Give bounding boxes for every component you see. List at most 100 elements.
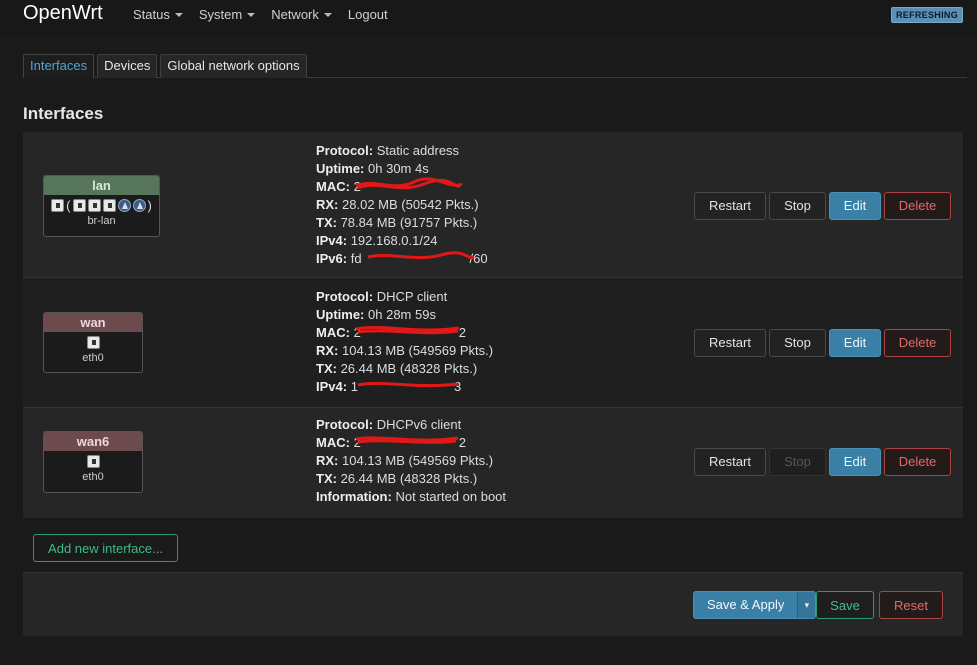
mac-value: 2 — [353, 435, 361, 450]
ipv6-label: IPv6: — [316, 251, 348, 266]
save-apply-button-group: Save & Apply ▾ — [693, 591, 817, 619]
interface-row-lan: lan ( ) br-lan Protocol: Static address … — [23, 132, 963, 278]
interface-actions: Restart Stop Edit Delete — [694, 192, 951, 220]
protocol-line: Protocol: DHCP client — [316, 288, 493, 306]
chevron-down-icon — [247, 13, 256, 17]
restart-button[interactable]: Restart — [694, 329, 766, 357]
reset-button[interactable]: Reset — [879, 591, 943, 619]
restart-button[interactable]: Restart — [694, 448, 766, 476]
save-apply-button[interactable]: Save & Apply — [694, 592, 797, 618]
tab-devices[interactable]: Devices — [97, 54, 158, 78]
mac-label: MAC: — [316, 435, 350, 450]
mac-label: MAC: — [316, 179, 350, 194]
edit-button[interactable]: Edit — [829, 329, 881, 357]
nav-network[interactable]: Network — [271, 7, 332, 22]
interface-actions: Restart Stop Edit Delete — [694, 329, 951, 357]
mac-line: MAC: 2 — [316, 177, 488, 196]
brand-logo[interactable]: OpenWrt — [23, 2, 103, 25]
chevron-down-icon — [174, 13, 183, 17]
ethernet-port-icon — [86, 454, 100, 468]
ipv4-value-tail: 3 — [453, 379, 462, 394]
protocol-line: Protocol: Static address — [316, 142, 488, 160]
protocol-value: DHCPv6 client — [376, 417, 462, 432]
stop-button[interactable]: Stop — [769, 329, 826, 357]
nav-logout-label: Logout — [347, 7, 388, 22]
ethernet-port-icon — [51, 198, 65, 212]
tab-interfaces[interactable]: Interfaces — [23, 54, 95, 78]
interface-name: lan — [44, 176, 159, 195]
rx-line: RX: 104.13 MB (549569 Pkts.) — [316, 342, 493, 360]
stop-button: Stop — [769, 448, 826, 476]
nav-system[interactable]: System — [199, 7, 256, 22]
nav-status-label: Status — [133, 7, 170, 22]
ipv6-value-tail: /60 — [469, 251, 488, 266]
redaction-scribble — [357, 381, 459, 388]
wireless-icon — [117, 198, 131, 212]
uptime-label: Uptime: — [316, 161, 365, 176]
interface-name: wan6 — [44, 432, 142, 451]
uptime-line: Uptime: 0h 30m 4s — [316, 160, 488, 178]
delete-button[interactable]: Delete — [884, 448, 951, 476]
stop-button[interactable]: Stop — [769, 192, 826, 220]
information-line: Information: Not started on boot — [316, 488, 506, 506]
rx-line: RX: 104.13 MB (549569 Pkts.) — [316, 452, 506, 470]
mac-value-tail: 2 — [458, 325, 467, 340]
interface-name: wan — [44, 313, 142, 332]
nav-status[interactable]: Status — [133, 7, 183, 22]
refreshing-badge[interactable]: REFRESHING — [890, 7, 963, 23]
tx-line: TX: 26.44 MB (48328 Pkts.) — [316, 360, 493, 378]
mac-line: MAC: 2 2 — [316, 434, 506, 452]
device-name: eth0 — [82, 352, 104, 364]
ipv4-line: IPv4: 192.168.0.1/24 — [316, 232, 488, 250]
add-new-interface-button[interactable]: Add new interface... — [33, 534, 178, 562]
rx-value: 104.13 MB (549569 Pkts.) — [342, 343, 494, 358]
interface-details: Protocol: Static address Uptime: 0h 30m … — [316, 142, 488, 268]
device-icons — [44, 451, 142, 471]
tab-bar: Interfaces Devices Global network option… — [23, 54, 967, 78]
redaction-scribble — [355, 436, 459, 444]
ipv4-value: 192.168.0.1/24 — [350, 233, 438, 248]
rx-line: RX: 28.02 MB (50542 Pkts.) — [316, 196, 488, 214]
delete-button[interactable]: Delete — [884, 329, 951, 357]
rx-label: RX: — [316, 197, 339, 212]
redaction-scribble — [355, 177, 463, 190]
ipv4-line: IPv4: 1 3 — [316, 378, 493, 396]
nav-logout[interactable]: Logout — [348, 7, 388, 22]
rx-label: RX: — [316, 453, 339, 468]
mac-value-tail: 2 — [458, 435, 467, 450]
interface-badge-wan6: wan6 eth0 — [43, 431, 143, 493]
restart-button[interactable]: Restart — [694, 192, 766, 220]
ipv4-value: 1 — [350, 379, 358, 394]
tx-value: 26.44 MB (48328 Pkts.) — [340, 471, 478, 486]
protocol-label: Protocol: — [316, 289, 374, 304]
interface-details: Protocol: DHCPv6 client MAC: 2 2 RX: 104.… — [316, 416, 506, 506]
information-value: Not started on boot — [395, 489, 507, 504]
mac-line: MAC: 2 2 — [316, 324, 493, 342]
page-actions-bar: Save & Apply ▾ Save Reset — [23, 572, 963, 636]
tx-label: TX: — [316, 215, 337, 230]
edit-button[interactable]: Edit — [829, 192, 881, 220]
interface-badge-wan: wan eth0 — [43, 312, 143, 373]
bracket-open: ( — [66, 197, 71, 213]
edit-button[interactable]: Edit — [829, 448, 881, 476]
tx-value: 78.84 MB (91757 Pkts.) — [340, 215, 478, 230]
bracket-close: ) — [147, 197, 152, 213]
uptime-value: 0h 30m 4s — [368, 161, 429, 176]
device-icons: ( ) — [44, 195, 159, 215]
information-label: Information: — [316, 489, 392, 504]
tx-line: TX: 26.44 MB (48328 Pkts.) — [316, 470, 506, 488]
mac-value: 2 — [353, 179, 361, 194]
device-icons — [44, 332, 142, 352]
delete-button[interactable]: Delete — [884, 192, 951, 220]
ipv4-label: IPv4: — [316, 379, 348, 394]
device-name: eth0 — [82, 471, 104, 483]
chevron-down-icon[interactable]: ▾ — [797, 592, 816, 618]
rx-value: 104.13 MB (549569 Pkts.) — [342, 453, 494, 468]
save-button[interactable]: Save — [816, 591, 874, 619]
mac-label: MAC: — [316, 325, 350, 340]
tx-label: TX: — [316, 361, 337, 376]
interface-actions: Restart Stop Edit Delete — [694, 448, 951, 476]
protocol-value: Static address — [376, 143, 460, 158]
tab-global-network-options[interactable]: Global network options — [160, 54, 307, 78]
ethernet-port-icon — [87, 198, 101, 212]
